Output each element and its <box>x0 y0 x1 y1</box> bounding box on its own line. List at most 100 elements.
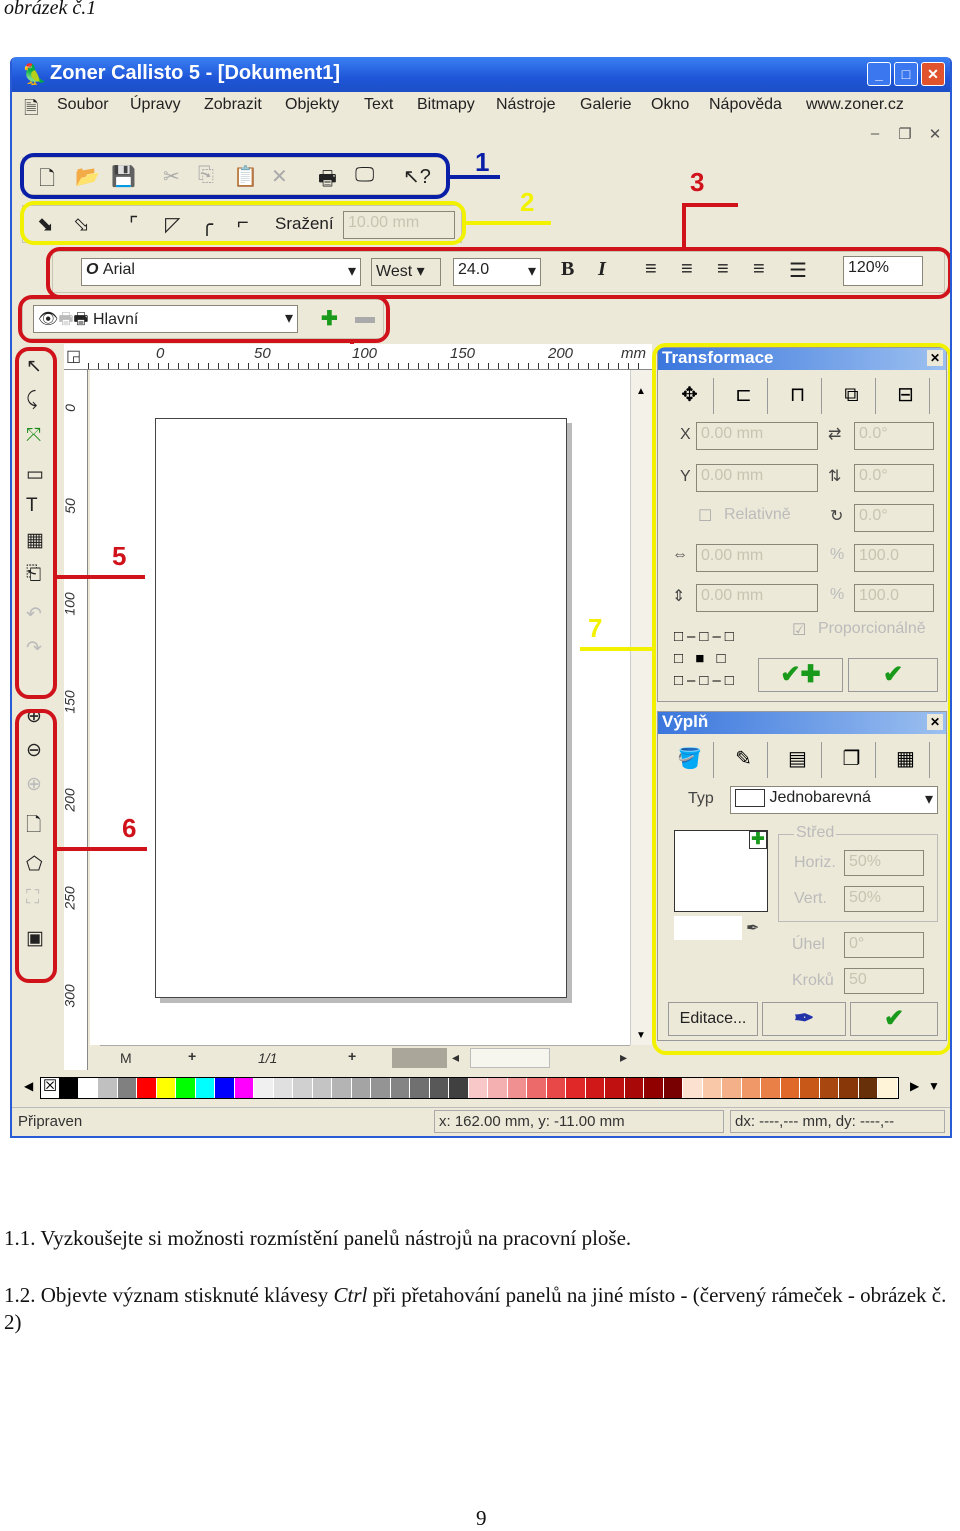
color-swatch[interactable] <box>507 1078 527 1098</box>
close-button[interactable]: ✕ <box>921 62 945 86</box>
annotation-frame-2 <box>20 201 466 245</box>
cursor-coordinates: x: 162.00 mm, y: -11.00 mm <box>434 1110 724 1133</box>
color-swatch[interactable] <box>741 1078 761 1098</box>
scroll-left-icon[interactable]: ◂ <box>452 1049 459 1066</box>
color-swatch[interactable] <box>468 1078 488 1098</box>
ruler-tick: 300 <box>61 984 78 1008</box>
vertical-scrollbar[interactable]: ▲ ▼ <box>630 370 652 1045</box>
color-swatch[interactable] <box>429 1078 449 1098</box>
palette-swatches: ☒ <box>40 1077 899 1099</box>
ruler-tick: 0 <box>156 345 165 362</box>
color-swatch[interactable] <box>878 1078 898 1098</box>
color-swatch[interactable] <box>59 1078 79 1098</box>
annotation-frame-3 <box>46 247 950 299</box>
page-number: 9 <box>476 1506 487 1530</box>
color-swatch[interactable] <box>176 1078 196 1098</box>
ctrl-key-text: Ctrl <box>333 1283 368 1307</box>
ruler-origin-icon[interactable]: ◲ <box>66 346 81 366</box>
annotation-label-3: 3 <box>690 167 705 197</box>
annotation-frame-6 <box>15 709 57 983</box>
color-swatch[interactable] <box>663 1078 683 1098</box>
page-tab-scroll[interactable] <box>392 1048 447 1068</box>
menu-galerie[interactable]: Galerie <box>580 96 632 114</box>
doc-minimize-button[interactable]: – <box>864 125 886 147</box>
app-window-screenshot: 🦜 Zoner Callisto 5 - [Dokument1] _ □ ✕ 🗎… <box>10 57 952 1138</box>
color-swatch[interactable] <box>117 1078 137 1098</box>
ruler-tick: 150 <box>450 345 476 362</box>
color-swatch[interactable] <box>78 1078 98 1098</box>
color-swatch[interactable] <box>566 1078 586 1098</box>
color-swatch[interactable] <box>624 1078 644 1098</box>
color-swatch[interactable] <box>702 1078 722 1098</box>
color-swatch[interactable] <box>800 1078 820 1098</box>
menu-bitmapy[interactable]: Bitmapy <box>417 96 475 114</box>
horizontal-scroll-thumb[interactable] <box>470 1048 550 1068</box>
maximize-button[interactable]: □ <box>894 62 918 86</box>
ruler-tick: 50 <box>254 345 271 362</box>
color-swatch[interactable] <box>585 1078 605 1098</box>
color-swatch[interactable] <box>195 1078 215 1098</box>
vertical-ruler: 0 50 100 150 200 250 300 <box>61 370 88 1070</box>
color-swatch[interactable] <box>605 1078 625 1098</box>
add-page-after-icon[interactable]: + <box>348 1048 356 1064</box>
color-swatch[interactable] <box>390 1078 410 1098</box>
color-swatch[interactable] <box>332 1078 352 1098</box>
annotation-label-1: 1 <box>475 147 490 177</box>
color-swatch[interactable] <box>371 1078 391 1098</box>
color-swatch[interactable] <box>293 1078 313 1098</box>
color-swatch[interactable] <box>644 1078 664 1098</box>
ruler-tick: 250 <box>61 886 78 910</box>
color-swatch[interactable] <box>137 1078 157 1098</box>
doc-restore-button[interactable]: ❐ <box>894 125 916 147</box>
color-swatch[interactable] <box>273 1078 293 1098</box>
scroll-right-icon[interactable]: ▸ <box>620 1049 627 1066</box>
color-swatch[interactable] <box>254 1078 274 1098</box>
menu-upravy[interactable]: Úpravy <box>130 96 181 114</box>
annotation-line-3 <box>682 203 686 249</box>
color-swatch[interactable] <box>527 1078 547 1098</box>
menu-nastroje[interactable]: Nástroje <box>496 96 556 114</box>
master-page-button[interactable]: M <box>120 1050 132 1066</box>
palette-menu-icon[interactable]: ▼ <box>928 1079 940 1093</box>
minimize-button[interactable]: _ <box>867 62 891 86</box>
doc-close-button[interactable]: ✕ <box>924 125 946 147</box>
color-swatch[interactable] <box>839 1078 859 1098</box>
ruler-tick: 150 <box>61 690 78 714</box>
document-page[interactable] <box>155 418 567 998</box>
color-swatch[interactable] <box>722 1078 742 1098</box>
color-swatch[interactable] <box>819 1078 839 1098</box>
color-swatch[interactable] <box>98 1078 118 1098</box>
color-swatch[interactable] <box>683 1078 703 1098</box>
color-swatch[interactable] <box>410 1078 430 1098</box>
color-swatch[interactable] <box>761 1078 781 1098</box>
menu-zobrazit[interactable]: Zobrazit <box>204 96 262 114</box>
menu-objekty[interactable]: Objekty <box>285 96 339 114</box>
menu-napoveda[interactable]: Nápověda <box>709 96 782 114</box>
annotation-frame-4 <box>18 295 390 343</box>
color-swatch[interactable] <box>156 1078 176 1098</box>
scroll-down-icon[interactable]: ▼ <box>636 1030 646 1041</box>
color-swatch[interactable] <box>858 1078 878 1098</box>
no-color-swatch[interactable]: ☒ <box>41 1078 59 1098</box>
ruler-tick: 50 <box>61 498 78 514</box>
palette-left-icon[interactable]: ◀ <box>24 1079 33 1093</box>
color-swatch[interactable] <box>215 1078 235 1098</box>
color-swatch[interactable] <box>546 1078 566 1098</box>
annotation-label-7: 7 <box>588 613 603 643</box>
annotation-line-2 <box>466 221 551 225</box>
color-swatch[interactable] <box>488 1078 508 1098</box>
color-swatch[interactable] <box>312 1078 332 1098</box>
scroll-up-icon[interactable]: ▲ <box>636 386 646 397</box>
annotation-frame-7 <box>652 343 950 1055</box>
menu-soubor[interactable]: Soubor <box>57 96 109 114</box>
color-swatch[interactable] <box>449 1078 469 1098</box>
instruction-text: 1.2. Objevte význam stisknuté klávesy <box>4 1283 334 1307</box>
add-page-before-icon[interactable]: + <box>188 1048 196 1064</box>
color-swatch[interactable] <box>351 1078 371 1098</box>
color-swatch[interactable] <box>780 1078 800 1098</box>
menu-zoner-link[interactable]: www.zoner.cz <box>806 96 904 114</box>
menu-text[interactable]: Text <box>364 96 393 114</box>
menu-okno[interactable]: Okno <box>651 96 689 114</box>
color-swatch[interactable] <box>234 1078 254 1098</box>
palette-right-icon[interactable]: ▶ <box>910 1079 919 1093</box>
